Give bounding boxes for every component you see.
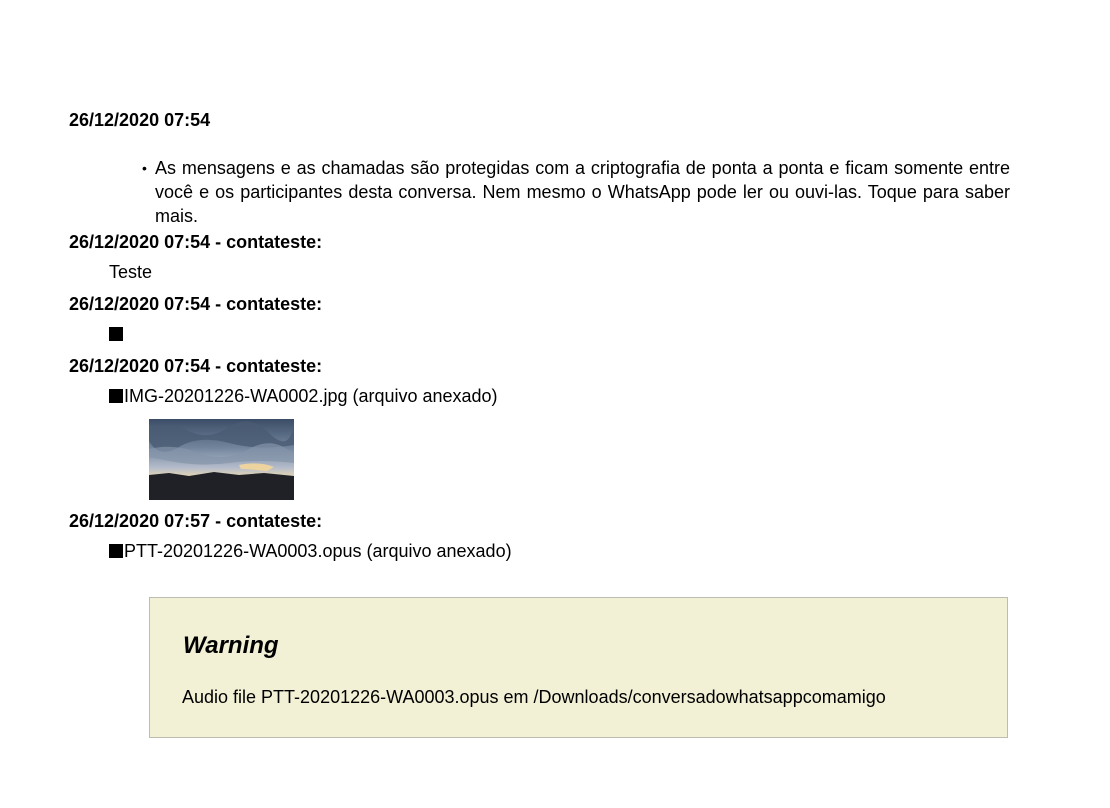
attachment-square-icon [109,389,123,403]
warning-text: Audio file PTT-20201226-WA0003.opus em /… [182,687,886,707]
attachment-line: PTT-20201226-WA0003.opus (arquivo anexad… [109,540,512,562]
message-header: 26/12/2020 07:54 - contateste: [69,356,323,376]
warning-box: Warning Audio file PTT-20201226-WA0003.o… [149,597,1008,738]
attachment-line: IMG-20201226-WA0002.jpg (arquivo anexado… [109,385,498,407]
message-header: 26/12/2020 07:54 - contateste: [69,294,323,314]
system-timestamp: 26/12/2020 07:54 [69,110,211,130]
message-header: 26/12/2020 07:54 - contateste: [69,232,323,252]
message-header: 26/12/2020 07:57 - contateste: [69,511,323,531]
message-body [109,323,124,345]
attachment-filename: PTT-20201226-WA0003.opus (arquivo anexad… [124,541,512,561]
message-text: Teste [109,262,153,282]
chat-export-page: 26/12/2020 07:54 • As mensagens e as cha… [0,0,1110,808]
warning-title: Warning [183,632,279,659]
encryption-notice: • As mensagens e as chamadas são protegi… [142,156,1010,228]
land-shape [149,472,294,500]
black-square-icon [109,327,123,341]
bullet-icon: • [142,160,147,176]
attachment-filename: IMG-20201226-WA0002.jpg (arquivo anexado… [124,386,498,406]
image-thumbnail[interactable] [149,419,294,500]
encryption-notice-text: As mensagens e as chamadas são protegida… [155,158,1010,226]
attachment-square-icon [109,544,123,558]
